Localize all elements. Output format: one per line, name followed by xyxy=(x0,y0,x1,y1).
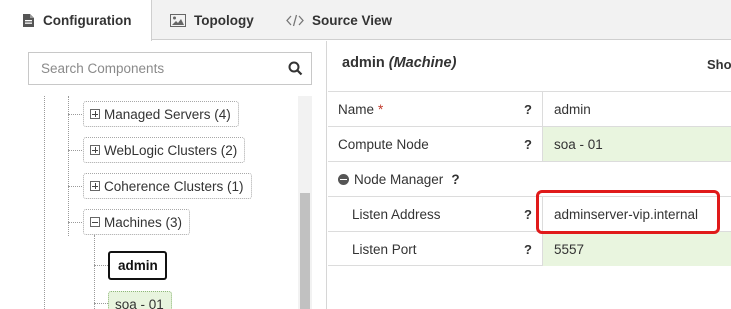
help-icon[interactable]: ? xyxy=(451,172,459,187)
title-type: (Machine) xyxy=(388,55,457,71)
tree-line xyxy=(68,186,82,187)
document-icon xyxy=(22,13,35,28)
tree-item-label: Coherence Clusters (1) xyxy=(104,178,244,194)
property-grid: Name * ? admin Compute Node ? soa - 01 No… xyxy=(328,91,731,266)
collapse-section-icon[interactable] xyxy=(338,173,349,185)
compute-node-value[interactable]: soa - 01 xyxy=(542,127,731,161)
tree-line xyxy=(68,150,82,151)
tree-item-coherence-clusters[interactable]: Coherence Clusters (1) xyxy=(83,173,252,199)
tree-scrollbar-thumb[interactable] xyxy=(300,193,310,309)
search-icon[interactable] xyxy=(288,61,303,79)
property-row-listen-port: Listen Port ? 5557 xyxy=(328,231,731,266)
tree-line xyxy=(44,96,45,309)
section-label: Node Manager xyxy=(354,171,444,187)
help-icon[interactable]: ? xyxy=(524,137,532,152)
property-label: Listen Port xyxy=(352,241,417,257)
property-label-text: Name xyxy=(338,101,375,117)
tree-item-label: WebLogic Clusters (2) xyxy=(104,142,238,158)
tab-bar: Configuration Topology Source View xyxy=(0,0,731,41)
tab-label: Source View xyxy=(312,12,393,28)
tree-item-soa-01[interactable]: soa - 01 xyxy=(108,291,172,309)
tree-item-machines[interactable]: Machines (3) xyxy=(83,209,191,235)
tab-configuration[interactable]: Configuration xyxy=(0,0,152,41)
collapse-icon[interactable] xyxy=(90,217,100,227)
tree-item-label: admin xyxy=(118,258,158,273)
listen-port-value[interactable]: 5557 xyxy=(542,232,731,266)
property-row-listen-address: Listen Address ? adminserver-vip.interna… xyxy=(328,196,731,231)
listen-address-value[interactable]: adminserver-vip.internal xyxy=(542,197,731,231)
tab-source-view[interactable]: Source View xyxy=(286,0,392,40)
code-icon xyxy=(286,14,304,27)
help-icon[interactable]: ? xyxy=(524,207,532,222)
property-label: Name * xyxy=(328,92,540,126)
tab-topology[interactable]: Topology xyxy=(170,0,254,40)
help-icon[interactable]: ? xyxy=(524,242,532,257)
property-row-compute-node: Compute Node ? soa - 01 xyxy=(328,126,731,161)
show-label[interactable]: Sho xyxy=(707,57,731,72)
expand-icon[interactable] xyxy=(90,181,100,191)
name-value[interactable]: admin xyxy=(542,92,731,126)
tree-line xyxy=(94,235,95,309)
section-header[interactable]: Node Manager ? xyxy=(328,162,731,196)
section-node-manager[interactable]: Node Manager ? xyxy=(328,161,731,196)
components-panel: Managed Servers (4) WebLogic Clusters (2… xyxy=(0,41,327,309)
property-label: Compute Node xyxy=(338,136,429,152)
expand-icon[interactable] xyxy=(90,109,100,119)
tree-line xyxy=(94,265,108,266)
tree-item-label: Machines (3) xyxy=(104,214,183,230)
tree-line xyxy=(94,303,108,304)
component-tree: Managed Servers (4) WebLogic Clusters (2… xyxy=(0,96,300,309)
tree-line xyxy=(68,222,82,223)
search-input[interactable] xyxy=(29,53,279,84)
tree-item-managed-servers[interactable]: Managed Servers (4) xyxy=(83,101,239,127)
tree-item-label: Managed Servers (4) xyxy=(104,106,231,122)
expand-icon[interactable] xyxy=(90,145,100,155)
property-label: Listen Address xyxy=(352,206,441,222)
help-icon[interactable]: ? xyxy=(524,102,532,117)
details-panel: admin (Machine) Sho Name * ? admin Comput… xyxy=(328,41,731,309)
required-marker: * xyxy=(378,101,384,117)
tree-item-label: soa - 01 xyxy=(115,296,164,309)
tab-label: Topology xyxy=(194,12,254,28)
tree-line xyxy=(68,114,82,115)
search-box xyxy=(28,52,312,85)
image-icon xyxy=(170,13,186,27)
title-name: admin xyxy=(342,55,385,71)
page-title: admin (Machine) xyxy=(342,55,456,71)
tree-line xyxy=(68,96,69,236)
tab-label: Configuration xyxy=(43,13,132,28)
tree-item-admin[interactable]: admin xyxy=(108,251,167,280)
property-row-name: Name * ? admin xyxy=(328,91,731,126)
tree-item-weblogic-clusters[interactable]: WebLogic Clusters (2) xyxy=(83,137,246,163)
